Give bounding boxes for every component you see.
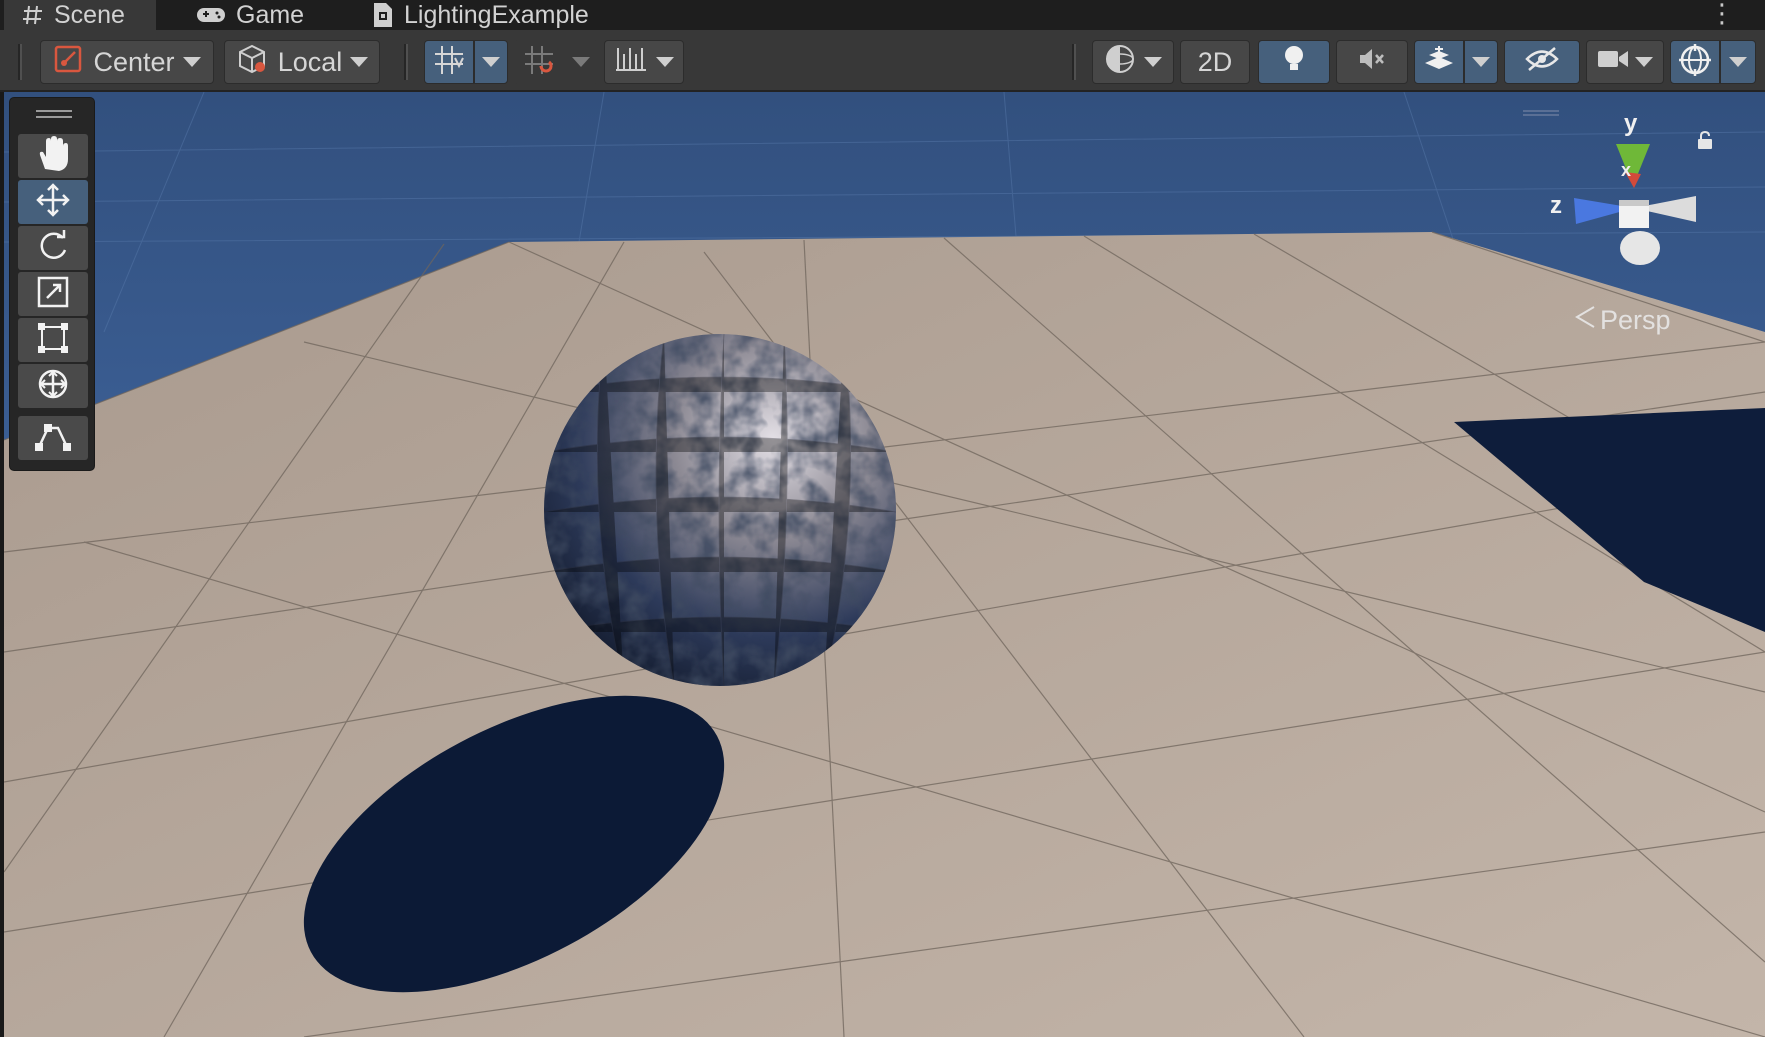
tab-lighting-example[interactable]: LightingExample: [354, 0, 607, 30]
transform-icon: [35, 366, 71, 407]
draw-mode-dropdown[interactable]: [1092, 40, 1174, 84]
rotate-tool-button[interactable]: [18, 226, 88, 270]
rotate-icon: [35, 228, 71, 269]
grid-snap-group: [514, 40, 598, 84]
grid-options-dropdown[interactable]: [474, 40, 508, 84]
path-icon: [34, 420, 72, 457]
grid-snap-dropdown[interactable]: [564, 40, 598, 84]
gizmo-globe-icon: [1678, 43, 1712, 82]
rect-tool-button[interactable]: [18, 318, 88, 362]
pivot-mode-label: Center: [93, 46, 175, 77]
pivot-rotation-label: Local: [277, 46, 343, 77]
chevron-left-icon: [1574, 305, 1596, 336]
chevron-down-icon: [572, 57, 590, 67]
scale-icon: [36, 275, 70, 314]
scene-lighting-toggle[interactable]: [1258, 40, 1330, 84]
tab-label: Game: [236, 0, 305, 29]
gizmo-axis-z-label: z: [1550, 192, 1562, 219]
rect-icon: [36, 321, 70, 360]
scene-audio-toggle[interactable]: [1336, 40, 1408, 84]
scene-toolbar: Center Local 2D: [0, 30, 1765, 92]
shaded-sphere-icon: [1104, 43, 1136, 82]
tab-game[interactable]: Game: [178, 0, 322, 30]
more-options-icon[interactable]: ⋮: [1709, 0, 1735, 26]
mode-2d-label: 2D: [1197, 46, 1233, 77]
pivot-rotation-dropdown[interactable]: Local: [224, 40, 380, 84]
chevron-down-icon: [656, 57, 674, 67]
toolbar-grip[interactable]: [1072, 44, 1076, 80]
scene-effects-toggle[interactable]: [1414, 40, 1464, 84]
scene-viewport[interactable]: [4, 92, 1765, 1037]
ruler-snap-icon: [614, 44, 648, 81]
grid-snap-icon: [523, 44, 555, 81]
grid-snap-button[interactable]: [514, 40, 564, 84]
pivot-mode-dropdown[interactable]: Center: [40, 40, 214, 84]
tab-label: Scene: [54, 0, 125, 29]
chevron-down-icon: [182, 57, 201, 67]
scene-camera-dropdown[interactable]: [1586, 40, 1664, 84]
gizmos-dropdown[interactable]: [1720, 40, 1756, 84]
audio-mute-icon: [1357, 45, 1387, 80]
projection-label: Persp: [1600, 305, 1671, 335]
ground-plane: [4, 232, 1765, 1037]
hidden-eye-icon: [1525, 46, 1559, 79]
chevron-down-icon: [350, 57, 369, 67]
tab-scene[interactable]: Scene: [4, 0, 156, 30]
sphere-object[interactable]: [544, 334, 896, 686]
hand-tool-button[interactable]: [18, 134, 88, 178]
grid-icon: [433, 44, 465, 81]
tab-label: LightingExample: [404, 0, 589, 29]
scene-file-icon: [372, 2, 394, 28]
scene-visibility-toggle[interactable]: [1504, 40, 1580, 84]
hand-icon: [35, 135, 71, 178]
move-tool-button[interactable]: [18, 180, 88, 224]
scene-render[interactable]: [4, 92, 1765, 1037]
grid-visibility-group: [424, 40, 508, 84]
transform-tool-button[interactable]: [18, 364, 88, 408]
gizmos-toggle[interactable]: [1670, 40, 1720, 84]
lock-icon[interactable]: [1695, 130, 1715, 150]
increment-snap-dropdown[interactable]: [604, 40, 684, 84]
chevron-down-icon: [1472, 57, 1490, 67]
chevron-down-icon: [482, 57, 500, 67]
camera-icon: [1597, 47, 1629, 78]
tab-bar: Scene Game LightingExample ⋮: [0, 0, 1765, 30]
effects-group: [1414, 40, 1498, 84]
layers-effects-icon: [1423, 45, 1455, 80]
overlay-grip[interactable]: [36, 110, 72, 118]
toggle-2d-button[interactable]: 2D: [1180, 40, 1250, 84]
projection-toggle[interactable]: Persp: [1574, 305, 1671, 336]
move-icon: [35, 182, 71, 223]
tools-overlay: [9, 97, 95, 471]
gizmo-axis-y-label: y: [1624, 110, 1638, 137]
hash-icon: [22, 4, 44, 26]
cube-local-icon: [236, 43, 268, 82]
gizmos-group: [1670, 40, 1756, 84]
grid-toggle-button[interactable]: [424, 40, 474, 84]
chevron-down-icon: [1729, 57, 1747, 67]
toolbar-grip[interactable]: [404, 44, 408, 80]
toolbar-grip[interactable]: [18, 44, 22, 80]
gamepad-icon: [196, 5, 226, 25]
effects-dropdown[interactable]: [1464, 40, 1498, 84]
pivot-center-icon: [53, 44, 83, 81]
chevron-down-icon: [1144, 57, 1162, 67]
chevron-down-icon: [1635, 57, 1653, 67]
custom-tool-button[interactable]: [18, 416, 88, 460]
gizmo-axis-x-label: x: [1621, 160, 1632, 180]
lightbulb-icon: [1282, 44, 1306, 81]
scale-tool-button[interactable]: [18, 272, 88, 316]
